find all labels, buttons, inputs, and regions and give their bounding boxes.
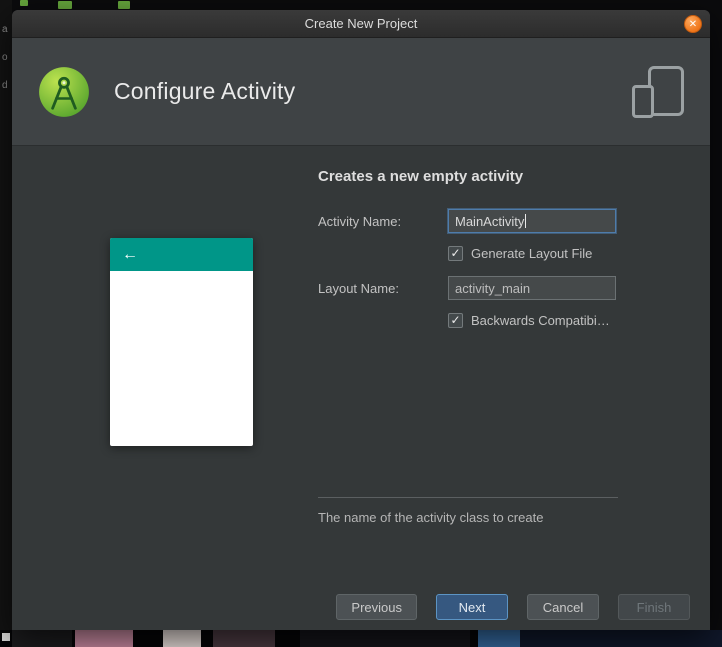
generate-layout-checkbox[interactable]: ✓ bbox=[448, 246, 463, 261]
android-studio-logo-icon bbox=[38, 66, 90, 118]
phone-icon bbox=[632, 84, 654, 118]
dialog-title: Create New Project bbox=[304, 16, 418, 31]
previous-button[interactable]: Previous bbox=[336, 594, 417, 620]
generate-layout-label[interactable]: Generate Layout File bbox=[471, 246, 592, 261]
desktop-thumbnail bbox=[213, 630, 275, 647]
desktop-thumbnail bbox=[12, 630, 72, 647]
desktop-icon-fragment bbox=[118, 1, 130, 9]
create-new-project-dialog: Create New Project ✕ Configure Activity … bbox=[12, 10, 710, 630]
desktop-thumbnail bbox=[300, 630, 470, 647]
activity-name-row: Activity Name: MainActivity bbox=[318, 209, 628, 233]
dialog-titlebar[interactable]: Create New Project ✕ bbox=[12, 10, 710, 38]
close-icon: ✕ bbox=[688, 18, 698, 30]
close-button[interactable]: ✕ bbox=[684, 15, 702, 33]
wizard-header: Configure Activity bbox=[12, 38, 710, 146]
wizard-button-bar: Previous Next Cancel Finish bbox=[12, 584, 710, 630]
desktop-text-fragment: d bbox=[2, 80, 8, 91]
desktop-thumbnail bbox=[2, 633, 10, 641]
backwards-compat-label[interactable]: Backwards Compatibi… bbox=[471, 313, 610, 328]
backwards-compat-checkbox[interactable]: ✓ bbox=[448, 313, 463, 328]
desktop-icon-fragment bbox=[20, 0, 28, 6]
backwards-compat-row: ✓ Backwards Compatibi… bbox=[448, 313, 628, 328]
devices-icon bbox=[628, 65, 686, 119]
layout-name-input[interactable]: activity_main bbox=[448, 276, 616, 300]
form-heading: Creates a new empty activity bbox=[318, 168, 524, 185]
help-separator bbox=[318, 497, 618, 498]
preview-appbar: ← bbox=[110, 238, 253, 271]
layout-name-row: Layout Name: activity_main bbox=[318, 276, 628, 300]
desktop-thumbnail bbox=[163, 630, 201, 647]
activity-form: Creates a new empty activity Activity Na… bbox=[318, 168, 628, 343]
cancel-button[interactable]: Cancel bbox=[527, 594, 599, 620]
page-title: Configure Activity bbox=[114, 78, 296, 104]
desktop-taskbar-strip bbox=[0, 630, 722, 647]
text-caret bbox=[525, 214, 527, 228]
desktop-thumbnail bbox=[75, 630, 133, 647]
wizard-content: ← Creates a new empty activity Activity … bbox=[12, 146, 710, 584]
next-button[interactable]: Next bbox=[436, 594, 508, 620]
help-text: The name of the activity class to create bbox=[318, 510, 544, 525]
generate-layout-row: ✓ Generate Layout File bbox=[448, 246, 628, 261]
desktop-text-fragment: a bbox=[2, 24, 8, 35]
layout-name-value: activity_main bbox=[455, 280, 531, 296]
activity-name-value: MainActivity bbox=[455, 213, 525, 229]
layout-name-label: Layout Name: bbox=[318, 280, 399, 296]
activity-name-input[interactable]: MainActivity bbox=[448, 209, 616, 233]
activity-preview: ← bbox=[110, 238, 253, 446]
desktop-thumbnail bbox=[520, 630, 722, 647]
desktop-left-edge: a o d bbox=[0, 0, 12, 647]
activity-name-label: Activity Name: bbox=[318, 213, 402, 229]
desktop-text-fragment: o bbox=[2, 52, 8, 63]
desktop-icon-fragment bbox=[58, 1, 72, 9]
desktop-thumbnail bbox=[478, 630, 520, 647]
finish-button[interactable]: Finish bbox=[618, 594, 690, 620]
back-arrow-icon: ← bbox=[122, 245, 138, 263]
